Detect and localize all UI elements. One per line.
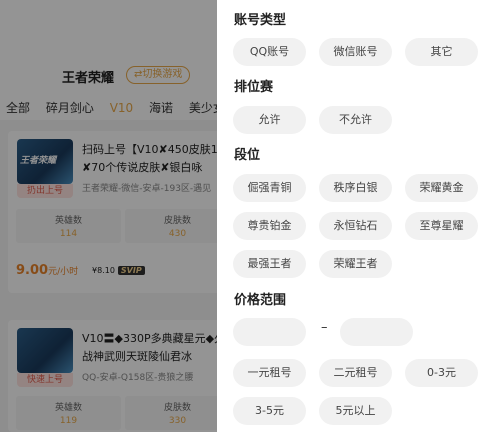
price-range-title: 价格范围 [234, 293, 287, 308]
ranked-title: 排位赛 [234, 80, 274, 95]
price-range-separator: – [321, 320, 328, 335]
account-type-title: 账号类型 [234, 13, 287, 28]
option-other-account[interactable]: 其它 [405, 38, 478, 66]
filter-drawer: 账号类型 QQ账号 微信账号 其它 排位赛 允许 不允许 段位 倔强青铜 秩序白… [217, 0, 478, 432]
option-wechat-account[interactable]: 微信账号 [319, 38, 392, 66]
option-price-0-3[interactable]: 0-3元 [405, 359, 478, 387]
option-ranked-allow[interactable]: 允许 [233, 106, 306, 134]
option-rank-glory-king[interactable]: 荣耀王者 [319, 250, 392, 278]
option-rank-strongest-king[interactable]: 最强王者 [233, 250, 306, 278]
option-price-5-plus[interactable]: 5元以上 [319, 397, 392, 425]
option-rank-starlight[interactable]: 至尊星耀 [405, 212, 478, 240]
price-min-input[interactable] [233, 318, 306, 346]
price-max-input[interactable] [340, 318, 413, 346]
option-rank-platinum[interactable]: 尊贵铂金 [233, 212, 306, 240]
rank-title: 段位 [234, 148, 261, 163]
option-rank-gold[interactable]: 荣耀黄金 [405, 174, 478, 202]
option-rank-diamond[interactable]: 永恒钻石 [319, 212, 392, 240]
option-price-two-yuan[interactable]: 二元租号 [319, 359, 392, 387]
option-qq-account[interactable]: QQ账号 [233, 38, 306, 66]
option-rank-silver[interactable]: 秩序白银 [319, 174, 392, 202]
option-ranked-disallow[interactable]: 不允许 [319, 106, 392, 134]
option-rank-bronze[interactable]: 倔强青铜 [233, 174, 306, 202]
option-price-3-5[interactable]: 3-5元 [233, 397, 306, 425]
option-price-one-yuan[interactable]: 一元租号 [233, 359, 306, 387]
